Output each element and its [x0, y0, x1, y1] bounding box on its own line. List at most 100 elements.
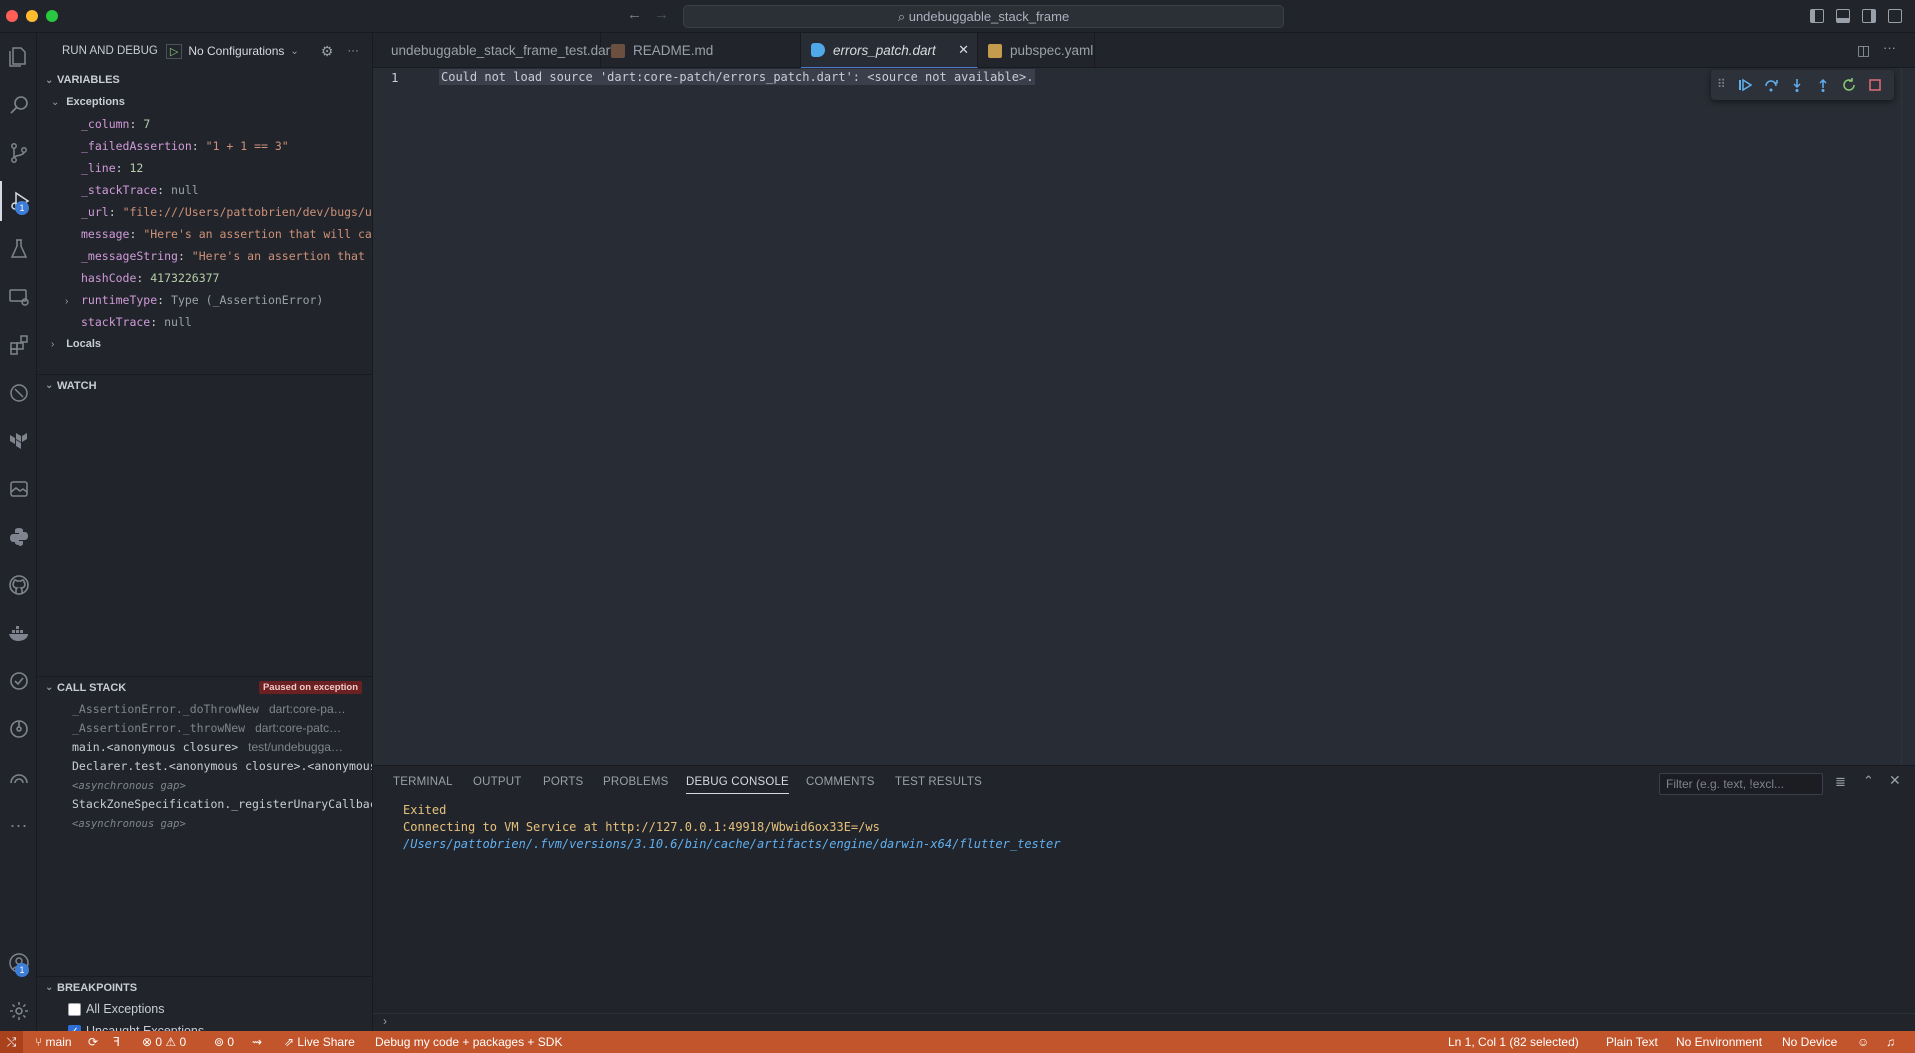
forward-arrow-icon[interactable]: → — [654, 6, 669, 23]
notifications-bell-icon[interactable]: ♫ — [1886, 1031, 1895, 1053]
stack-frame[interactable]: <asynchronous gap> — [37, 814, 372, 833]
exceptions-scope[interactable]: ⌄ Exceptions — [37, 91, 372, 113]
maximize-panel-icon[interactable]: ⌃ — [1863, 773, 1874, 789]
run-and-debug-icon[interactable]: 1 — [0, 181, 37, 221]
minimize-window-button[interactable] — [26, 10, 38, 22]
toggle-primary-sidebar-icon[interactable] — [1810, 9, 1824, 23]
live-share-item[interactable]: ⇗ Live Share — [284, 1031, 355, 1053]
variable-row[interactable]: _stackTrace: null — [37, 179, 372, 201]
environment-status[interactable]: No Environment — [1676, 1031, 1762, 1053]
editor-content[interactable]: Could not load source 'dart:core-patch/e… — [439, 69, 1036, 85]
watch-section-header[interactable]: ⌄ WATCH — [37, 374, 372, 396]
config-dropdown[interactable]: No Configurations — [188, 44, 284, 58]
source-control-icon[interactable] — [0, 133, 37, 173]
problems-item[interactable]: ⊗ 0 ⚠ 0 — [142, 1031, 186, 1053]
command-center-search[interactable]: ⌕ undebuggable_stack_frame — [683, 5, 1284, 28]
panel-tab[interactable]: PORTS — [543, 776, 583, 788]
split-editor-icon[interactable]: ◫ — [1857, 42, 1870, 59]
console-filter-input[interactable]: Filter (e.g. text, !excl... — [1659, 773, 1823, 795]
panel-tab[interactable]: DEBUG CONSOLE — [686, 776, 789, 794]
editor-tab[interactable]: README.md — [601, 33, 801, 68]
search-icon[interactable] — [0, 85, 37, 125]
breakpoint-all-exceptions[interactable]: All Exceptions — [37, 998, 372, 1020]
cursor-position[interactable]: Ln 1, Col 1 (82 selected) — [1448, 1031, 1579, 1053]
call-stack-section-header[interactable]: ⌄ CALL STACK Paused on exception — [37, 676, 372, 698]
clear-console-icon[interactable]: ≣ — [1835, 774, 1846, 790]
panel-tab[interactable]: COMMENTS — [806, 776, 875, 788]
breakpoints-section-header[interactable]: ⌄ BREAKPOINTS — [37, 976, 372, 998]
checkbox[interactable] — [68, 1002, 81, 1016]
test-explorer-icon[interactable] — [0, 661, 37, 701]
variable-row[interactable]: _failedAssertion: "1 + 1 == 3" — [37, 135, 372, 157]
editor-more-actions-icon[interactable]: ··· — [1883, 40, 1896, 55]
start-debugging-icon[interactable]: ▷ — [165, 43, 183, 59]
console-line[interactable]: /Users/pattobrien/.fvm/versions/3.10.6/b… — [403, 836, 1060, 853]
manage-gear-icon[interactable] — [0, 991, 37, 1031]
stack-frame[interactable]: main.<anonymous closure> test/undebugga… — [37, 738, 372, 757]
variable-row[interactable]: _line: 12 — [37, 157, 372, 179]
console-input[interactable]: › — [373, 1013, 1915, 1031]
panel-tab[interactable]: TERMINAL — [393, 776, 453, 788]
copilot-icon[interactable]: ☺ — [1857, 1031, 1869, 1053]
flutter-icon[interactable]: ꟻ — [113, 1031, 120, 1053]
gitlens-icon[interactable] — [0, 709, 37, 749]
stack-frame[interactable]: StackZoneSpecification._registerUnaryCal… — [37, 795, 372, 814]
maximize-window-button[interactable] — [46, 10, 58, 22]
editor-tab[interactable]: undebuggable_stack_frame_test.dart — [373, 33, 614, 68]
remote-indicator-icon[interactable]: ⤭ — [0, 1031, 23, 1053]
sync-icon[interactable]: ⟳ — [88, 1031, 98, 1053]
variable-row[interactable]: _column: 7 — [37, 113, 372, 135]
toggle-panel-icon[interactable] — [1836, 9, 1850, 23]
variables-section-header[interactable]: ⌄ VARIABLES — [37, 69, 372, 91]
toggle-secondary-sidebar-icon[interactable] — [1862, 9, 1876, 23]
debug-launch-icon[interactable]: ⇝ — [252, 1031, 262, 1053]
variable-row[interactable]: _url: "file:///Users/pattobrien/dev/bugs… — [37, 201, 372, 223]
stack-frame[interactable]: _AssertionError._throwNew dart:core-patc… — [37, 719, 372, 738]
explorer-icon[interactable] — [0, 37, 37, 77]
panel-tab[interactable]: PROBLEMS — [603, 776, 669, 788]
device-status[interactable]: No Device — [1782, 1031, 1837, 1053]
editor-tab[interactable]: errors_patch.dart ✕ — [801, 33, 978, 68]
chevron-down-icon[interactable]: ⌄ — [290, 46, 298, 57]
close-panel-icon[interactable]: ✕ — [1889, 772, 1901, 789]
back-arrow-icon[interactable]: ← — [627, 6, 642, 23]
terraform-icon[interactable] — [0, 421, 37, 461]
step-over-icon[interactable] — [1763, 77, 1779, 93]
devtools-icon[interactable] — [0, 373, 37, 413]
stack-frame[interactable]: <asynchronous gap> — [37, 776, 372, 795]
extensions-icon[interactable] — [0, 325, 37, 365]
continue-icon[interactable] — [1737, 77, 1753, 93]
stack-frame[interactable]: _AssertionError._doThrowNew dart:core-pa… — [37, 700, 372, 719]
remote-explorer-icon[interactable] — [0, 277, 37, 317]
restart-icon[interactable] — [1841, 77, 1857, 93]
more-actions-icon[interactable]: ··· — [347, 45, 359, 57]
variable-row[interactable]: › runtimeType: Type (_AssertionError) — [37, 289, 372, 311]
accounts-icon[interactable]: 1 — [0, 943, 37, 983]
stack-frame[interactable]: Declarer.test.<anonymous closure>.<anony… — [37, 757, 372, 776]
more-views-icon[interactable]: ··· — [0, 805, 37, 845]
docker-images-icon[interactable] — [0, 469, 37, 509]
panel-tab[interactable]: TEST RESULTS — [895, 776, 982, 788]
branch-item[interactable]: ⑂ main — [35, 1031, 72, 1053]
python-icon[interactable] — [0, 517, 37, 557]
docker-icon[interactable] — [0, 613, 37, 653]
customize-layout-icon[interactable] — [1888, 9, 1902, 23]
close-tab-icon[interactable]: ✕ — [958, 42, 969, 58]
step-into-icon[interactable] — [1789, 77, 1805, 93]
variable-row[interactable]: hashCode: 4173226377 — [37, 267, 372, 289]
editor-scrollbar[interactable] — [1901, 68, 1915, 765]
github-icon[interactable] — [0, 565, 37, 605]
variable-row[interactable]: stackTrace: null — [37, 311, 372, 333]
testing-flask-icon[interactable] — [0, 229, 37, 269]
variable-row[interactable]: message: "Here's an assertion that will … — [37, 223, 372, 245]
remote-icon[interactable] — [0, 757, 37, 797]
variable-row[interactable]: _messageString: "Here's an assertion tha… — [37, 245, 372, 267]
editor-area[interactable]: 1 Could not load source 'dart:core-patch… — [373, 68, 1915, 765]
drag-handle-icon[interactable]: ⠿ — [1717, 77, 1733, 93]
close-window-button[interactable] — [6, 10, 18, 22]
ports-item[interactable]: ⊚ 0 — [214, 1031, 234, 1053]
step-out-icon[interactable] — [1815, 77, 1831, 93]
locals-scope[interactable]: › Locals — [37, 333, 372, 355]
language-mode[interactable]: Plain Text — [1606, 1031, 1658, 1053]
editor-tab[interactable]: pubspec.yaml — [978, 33, 1095, 68]
